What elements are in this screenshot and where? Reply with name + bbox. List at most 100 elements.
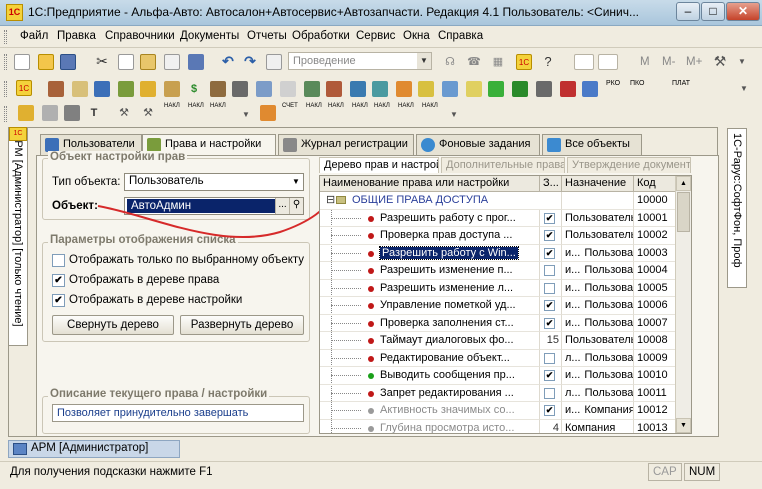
analysis-icon[interactable] bbox=[536, 81, 552, 97]
money-icon[interactable] bbox=[560, 81, 576, 97]
nakl-5[interactable]: НАКЛ bbox=[328, 103, 344, 109]
table-row[interactable]: Разрешить изменение п... и...Пользователь… bbox=[320, 262, 691, 280]
car-icon[interactable] bbox=[42, 105, 58, 121]
collapse-icon[interactable]: ⊟ bbox=[326, 193, 335, 206]
nakl-1[interactable]: НАКЛ bbox=[164, 103, 180, 109]
font-m-button[interactable]: M bbox=[640, 56, 650, 68]
find-icon[interactable] bbox=[164, 54, 180, 70]
schet-label[interactable]: СЧЕТ bbox=[282, 103, 298, 109]
grid-vertical-scrollbar[interactable]: ▲ ▼ bbox=[675, 176, 691, 433]
export-icon[interactable] bbox=[260, 105, 276, 121]
rights-tree-grid[interactable]: Наименование права или настройки З... На… bbox=[319, 175, 692, 434]
paste-icon[interactable] bbox=[140, 54, 156, 70]
chevron-down-icon[interactable]: ▼ bbox=[238, 107, 254, 123]
font-larger-button[interactable]: M+ bbox=[686, 56, 702, 68]
menu-edit[interactable]: Правка bbox=[57, 30, 96, 42]
1c-help-icon[interactable]: 1C bbox=[516, 54, 532, 70]
nakl-7[interactable]: НАКЛ bbox=[374, 103, 390, 109]
order-icon[interactable] bbox=[350, 81, 366, 97]
expand-tree-button[interactable]: Развернуть дерево bbox=[180, 315, 304, 335]
table-row[interactable]: Выводить сообщения пр... ✔ и...Пользовател… bbox=[320, 367, 691, 385]
right-checkbox[interactable] bbox=[544, 265, 555, 276]
table-row[interactable]: Проверка заполнения ст... ✔ и...Пользовате… bbox=[320, 314, 691, 332]
right-checkbox[interactable] bbox=[544, 352, 555, 364]
report-icon[interactable] bbox=[488, 81, 504, 97]
save-icon[interactable] bbox=[60, 54, 76, 70]
select-icon[interactable] bbox=[188, 54, 204, 70]
right-checkbox[interactable]: ✔ bbox=[544, 300, 555, 311]
subtab-doc-approval[interactable]: Утверждение документов bbox=[567, 157, 691, 173]
cash-icon[interactable] bbox=[466, 81, 482, 97]
left-vertical-tab[interactable]: АРМ [Администратор] [только чтение] bbox=[8, 128, 28, 346]
pko-label[interactable]: ПКО bbox=[630, 80, 644, 87]
person-icon[interactable] bbox=[140, 81, 156, 97]
calculator-icon[interactable] bbox=[574, 54, 594, 70]
new-document-icon[interactable] bbox=[14, 54, 30, 70]
nakl-9[interactable]: НАКЛ bbox=[422, 103, 438, 109]
repair-tools-icon[interactable]: ⚒ bbox=[140, 105, 156, 121]
table-row[interactable]: Запрет редактирования ... л...Пользовател… bbox=[320, 384, 691, 402]
right-checkbox[interactable] bbox=[544, 387, 555, 399]
scroll-down-icon[interactable]: ▼ bbox=[676, 418, 691, 433]
toolbar-grip[interactable] bbox=[4, 54, 7, 70]
search-icon[interactable]: ⚲ bbox=[289, 198, 303, 214]
copy-icon[interactable] bbox=[118, 54, 134, 70]
show-rights-checkbox[interactable]: ✔ bbox=[52, 274, 65, 287]
close-button[interactable]: ✕ bbox=[726, 2, 760, 21]
subtab-additional-rights[interactable]: Дополнительные права bbox=[441, 157, 565, 173]
undo-icon[interactable]: ↶ bbox=[220, 53, 236, 69]
1c-logo-icon[interactable]: 1C bbox=[6, 4, 23, 21]
monitor-icon[interactable] bbox=[372, 81, 388, 97]
right-checkbox[interactable]: ✔ bbox=[544, 230, 555, 241]
scroll-up-icon[interactable]: ▲ bbox=[676, 176, 691, 191]
tab-event-log[interactable]: Журнал регистрации bbox=[278, 134, 414, 155]
subtab-rights-tree[interactable]: Дерево прав и настройки bbox=[319, 157, 439, 173]
repair-icon[interactable] bbox=[326, 81, 342, 97]
calendar-icon[interactable]: ▦ bbox=[490, 54, 506, 70]
chevron-down-icon[interactable]: ▼ bbox=[734, 54, 750, 70]
toolbar-grip[interactable] bbox=[4, 81, 7, 97]
right-checkbox[interactable]: ✔ bbox=[544, 212, 555, 224]
select-button[interactable]: ... bbox=[275, 198, 289, 214]
headset-icon[interactable]: ☊ bbox=[442, 54, 458, 70]
currency-icon[interactable]: $ bbox=[186, 81, 202, 97]
nakl-6[interactable]: НАКЛ bbox=[352, 103, 368, 109]
table-row[interactable]: Проверка прав доступа ... ✔ Пользователь 10… bbox=[320, 227, 691, 245]
coins-icon[interactable] bbox=[418, 81, 434, 97]
service-icon[interactable] bbox=[304, 81, 320, 97]
nakl-8[interactable]: НАКЛ bbox=[398, 103, 414, 109]
menubar-grip[interactable] bbox=[4, 30, 7, 44]
help-icon[interactable]: ? bbox=[540, 54, 556, 70]
toolbar-grip[interactable] bbox=[4, 106, 7, 122]
right-checkbox[interactable] bbox=[544, 282, 555, 294]
nakl-4[interactable]: НАКЛ bbox=[306, 103, 322, 109]
table-row[interactable]: Активность значимых со... ✔ и... Компания 10… bbox=[320, 402, 691, 420]
menu-help[interactable]: Справка bbox=[438, 30, 483, 42]
table-row[interactable]: Таймаут диалоговых фо... 15 Пользователь 10… bbox=[320, 332, 691, 350]
menu-file[interactable]: Файл bbox=[20, 30, 48, 42]
window-button-arm[interactable]: АРМ [Администратор] bbox=[8, 440, 180, 458]
table-row[interactable]: Разрешить работу с Win... ✔ и...Пользовате… bbox=[320, 244, 691, 262]
tool-icon[interactable]: T bbox=[86, 105, 102, 121]
chart-icon[interactable] bbox=[512, 81, 528, 97]
show-settings-checkbox[interactable]: ✔ bbox=[52, 294, 65, 307]
employee-icon[interactable] bbox=[164, 81, 180, 97]
maximize-button[interactable]: □ bbox=[701, 2, 725, 21]
bank-icon[interactable] bbox=[442, 81, 458, 97]
goods-icon[interactable] bbox=[210, 81, 226, 97]
tools-icon[interactable]: ⚒ bbox=[712, 53, 728, 69]
users-icon[interactable] bbox=[94, 81, 110, 97]
column-header-name[interactable]: Наименование права или настройки bbox=[320, 176, 540, 192]
car-model-icon[interactable] bbox=[256, 81, 272, 97]
right-checkbox[interactable]: ✔ bbox=[544, 247, 555, 259]
menu-documents[interactable]: Документы bbox=[180, 30, 239, 42]
tab-background-jobs[interactable]: Фоновые задания bbox=[416, 134, 540, 155]
car-alt-icon[interactable] bbox=[64, 105, 80, 121]
chevron-down-icon[interactable]: ▼ bbox=[289, 174, 303, 190]
menu-processing[interactable]: Обработки bbox=[292, 30, 350, 42]
right-checkbox[interactable]: ✔ bbox=[544, 317, 555, 329]
redo-icon[interactable]: ↷ bbox=[242, 53, 258, 69]
chevron-down-icon[interactable]: ▼ bbox=[446, 107, 462, 123]
process-combo[interactable]: Проведение ▼ bbox=[288, 52, 432, 70]
right-checkbox[interactable]: ✔ bbox=[544, 370, 555, 381]
